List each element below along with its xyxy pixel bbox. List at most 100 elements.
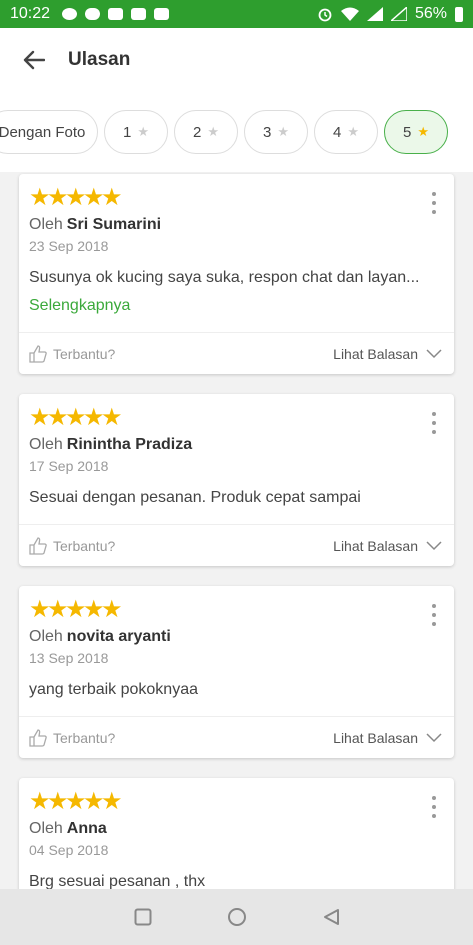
star-icon: ★ <box>47 788 69 815</box>
status-bar: 10:22 56% <box>0 0 473 28</box>
filter-chip-3-star[interactable]: 3 ★ <box>244 110 308 154</box>
nav-back-button[interactable] <box>320 906 342 928</box>
review-footer: Terbantu? Lihat Balasan <box>19 332 454 375</box>
star-icon: ★ <box>29 788 51 815</box>
helpful-button[interactable]: Terbantu? <box>29 537 115 555</box>
filter-chip-4-star[interactable]: 4 ★ <box>314 110 378 154</box>
chevron-down-icon <box>426 733 442 743</box>
system-icons: 56% <box>317 5 463 23</box>
star-icon: ★ <box>47 404 69 431</box>
star-icon: ★ <box>47 184 69 211</box>
review-card: ★ ★ ★ ★ ★ Oleh novita aryanti 13 Sep 2018 yan… <box>19 586 454 758</box>
signal-icon-2 <box>390 7 407 21</box>
star-icon: ★ <box>83 184 105 211</box>
star-icon: ★ <box>65 788 87 815</box>
recents-button[interactable] <box>132 906 154 928</box>
signal-icon <box>366 7 383 21</box>
square-icon <box>134 908 151 926</box>
filter-chip-2-star[interactable]: 2 ★ <box>174 110 238 154</box>
message-icon <box>62 8 78 20</box>
star-icon: ★ <box>101 404 123 431</box>
review-card: ★ ★ ★ ★ ★ Oleh Sri Sumarini 23 Sep 2018 Susun… <box>19 174 454 374</box>
review-text: Sesuai dengan pesanan. Produk cepat samp… <box>29 489 361 506</box>
star-rating: ★ ★ ★ ★ ★ <box>29 596 123 623</box>
by-label: Oleh <box>29 436 63 453</box>
reviewer: Oleh Sri Sumarini <box>29 216 161 234</box>
star-rating: ★ ★ ★ ★ ★ <box>29 184 123 211</box>
review-text: yang terbaik pokoknyaa <box>29 681 198 698</box>
reviewer-name: novita aryanti <box>66 628 171 645</box>
wifi-icon <box>340 7 359 21</box>
view-replies-button[interactable]: Lihat Balasan <box>333 538 442 554</box>
filter-chip-label: Dengan Foto <box>0 123 86 141</box>
more-options-button[interactable] <box>430 192 438 214</box>
filter-chip-label: 2 <box>193 123 202 141</box>
star-icon: ★ <box>137 124 149 139</box>
triangle-back-icon <box>323 909 339 925</box>
filter-chip-label: 3 <box>263 123 272 141</box>
view-replies-label: Lihat Balasan <box>333 346 418 362</box>
star-icon: ★ <box>207 124 219 139</box>
reviewer-name: Rinintha Pradiza <box>66 436 193 453</box>
cleaner-icon <box>108 8 124 20</box>
app-bar: Ulasan <box>0 28 473 93</box>
more-options-button[interactable] <box>430 412 438 434</box>
star-icon: ★ <box>83 596 105 623</box>
reviewer: Oleh novita aryanti <box>29 628 171 646</box>
back-button[interactable] <box>20 46 48 74</box>
filter-chip-label: 1 <box>123 123 132 141</box>
star-icon: ★ <box>83 788 105 815</box>
view-replies-label: Lihat Balasan <box>333 538 418 554</box>
page-title: Ulasan <box>68 49 131 70</box>
home-button[interactable] <box>226 906 248 928</box>
reviewer-name: Anna <box>66 820 107 837</box>
review-footer: Terbantu? Lihat Balasan <box>19 524 454 567</box>
by-label: Oleh <box>29 820 63 837</box>
star-icon: ★ <box>101 788 123 815</box>
more-options-button[interactable] <box>430 604 438 626</box>
star-icon: ★ <box>277 124 289 139</box>
star-icon: ★ <box>29 404 51 431</box>
review-text: Susunya ok kucing saya suka, respon chat… <box>29 269 420 286</box>
circle-icon <box>227 908 246 926</box>
filter-chip-label: 5 <box>403 123 412 141</box>
thumbs-up-icon <box>29 345 47 363</box>
star-rating: ★ ★ ★ ★ ★ <box>29 404 123 431</box>
filter-chip-5-star[interactable]: 5 ★ <box>384 110 448 154</box>
arrow-left-icon <box>23 50 45 70</box>
review-date: 17 Sep 2018 <box>29 458 109 474</box>
review-card: ★ ★ ★ ★ ★ Oleh Rinintha Pradiza 17 Sep 2018 S… <box>19 394 454 566</box>
notification-icons <box>62 8 170 20</box>
read-more-link[interactable]: Selengkapnya <box>29 297 130 315</box>
review-date: 13 Sep 2018 <box>29 650 109 666</box>
filter-chip-photo[interactable]: Dengan Foto <box>0 110 98 154</box>
star-icon: ★ <box>65 404 87 431</box>
by-label: Oleh <box>29 216 63 233</box>
mail-icon <box>154 8 170 20</box>
reviewer: Oleh Rinintha Pradiza <box>29 436 192 454</box>
view-replies-label: Lihat Balasan <box>333 730 418 746</box>
battery-icon <box>455 6 463 22</box>
view-replies-button[interactable]: Lihat Balasan <box>333 346 442 362</box>
helpful-button[interactable]: Terbantu? <box>29 729 115 747</box>
thumbs-up-icon <box>29 729 47 747</box>
view-replies-button[interactable]: Lihat Balasan <box>333 730 442 746</box>
mail-icon <box>131 8 147 20</box>
reviewer: Oleh Anna <box>29 820 107 838</box>
chevron-down-icon <box>426 541 442 551</box>
helpful-button[interactable]: Terbantu? <box>29 345 115 363</box>
helpful-label: Terbantu? <box>53 346 116 362</box>
star-icon: ★ <box>417 124 429 139</box>
star-icon: ★ <box>101 596 123 623</box>
more-options-button[interactable] <box>430 796 438 818</box>
system-nav-bar <box>0 889 473 945</box>
star-icon: ★ <box>65 184 87 211</box>
status-time: 10:22 <box>10 5 51 22</box>
filter-chip-1-star[interactable]: 1 ★ <box>104 110 168 154</box>
alarm-icon <box>318 8 332 22</box>
review-date: 04 Sep 2018 <box>29 842 109 858</box>
star-icon: ★ <box>65 596 87 623</box>
helpful-label: Terbantu? <box>53 538 116 554</box>
wechat-icon <box>85 8 101 20</box>
rating-filter-bar: Dengan Foto 1 ★ 2 ★ 3 ★ 4 ★ 5 ★ <box>0 92 473 172</box>
